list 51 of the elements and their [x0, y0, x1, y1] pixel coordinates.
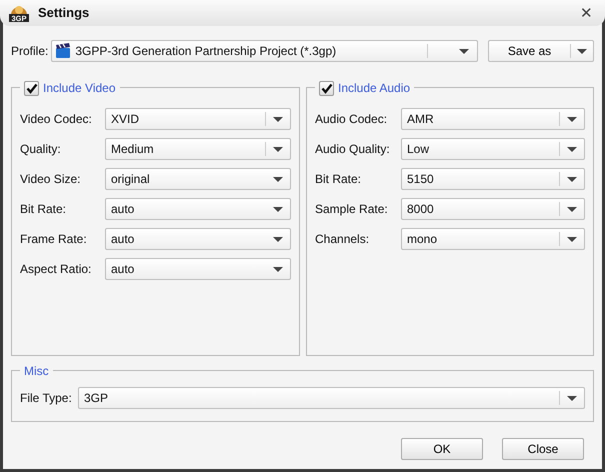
dropdown-arrow-icon [273, 266, 283, 272]
dropdown-arrow-icon [567, 176, 577, 182]
dropdown-arrow-icon [273, 236, 283, 242]
field-label: Frame Rate: [20, 231, 88, 248]
dropdown[interactable]: Medium [105, 138, 291, 160]
field-label: Sample Rate: [315, 201, 389, 218]
field-label: Channels: [315, 231, 370, 248]
save-as-button[interactable]: Save as [488, 40, 594, 62]
dropdown-arrow-icon [273, 116, 283, 122]
dropdown-arrow-icon [577, 48, 587, 54]
dropdown[interactable]: auto [105, 228, 291, 250]
field-label: Quality: [20, 141, 62, 158]
dropdown[interactable]: 3GP [78, 387, 585, 409]
dropdown-arrow-icon [567, 116, 577, 122]
dropdown-arrow-icon [459, 48, 469, 54]
field-label: Video Codec: [20, 111, 93, 128]
dropdown[interactable]: original [105, 168, 291, 190]
field-label: Bit Rate: [20, 201, 68, 218]
dropdown-arrow-icon [273, 146, 283, 152]
dropdown-arrow-icon [567, 236, 577, 242]
dropdown-arrow-icon [567, 396, 577, 400]
field-label: Profile: [11, 43, 48, 60]
dropdown-arrow-icon [567, 146, 577, 152]
dropdown[interactable]: AMR [401, 108, 585, 130]
ok-button[interactable]: OK [401, 438, 483, 460]
group-title: Include Audio [338, 80, 410, 97]
field-label: Aspect Ratio: [20, 261, 92, 278]
checkbox[interactable] [24, 80, 39, 96]
field-label: File Type: [20, 390, 73, 407]
dropdown[interactable]: 5150 [401, 168, 585, 190]
dropdown[interactable]: auto [105, 258, 291, 280]
clapperboard-icon [55, 43, 72, 59]
group-title: Include Video [43, 80, 116, 97]
dropdown[interactable]: auto [105, 198, 291, 220]
field-label: Audio Codec: [315, 111, 388, 128]
dropdown-arrow-icon [567, 206, 577, 212]
dropdown[interactable]: mono [401, 228, 585, 250]
field-label: Bit Rate: [315, 171, 362, 188]
dropdown-arrow-icon [273, 206, 283, 212]
field-label: Video Size: [20, 171, 82, 188]
close-button[interactable]: Close [502, 438, 584, 460]
profile-dropdown[interactable]: 3GPP-3rd Generation Partnership Project (*.3gp) [51, 40, 478, 62]
field-label: Audio Quality: [315, 141, 391, 158]
dropdown[interactable]: 8000 [401, 198, 585, 220]
dropdown[interactable]: Low [401, 138, 585, 160]
group-title: Misc [24, 363, 49, 380]
checkbox[interactable] [319, 80, 334, 96]
close-button[interactable]: ✕ [576, 6, 597, 20]
dropdown[interactable]: XVID [105, 108, 291, 130]
window-title: Settings [38, 4, 90, 22]
dropdown-arrow-icon [273, 176, 283, 182]
